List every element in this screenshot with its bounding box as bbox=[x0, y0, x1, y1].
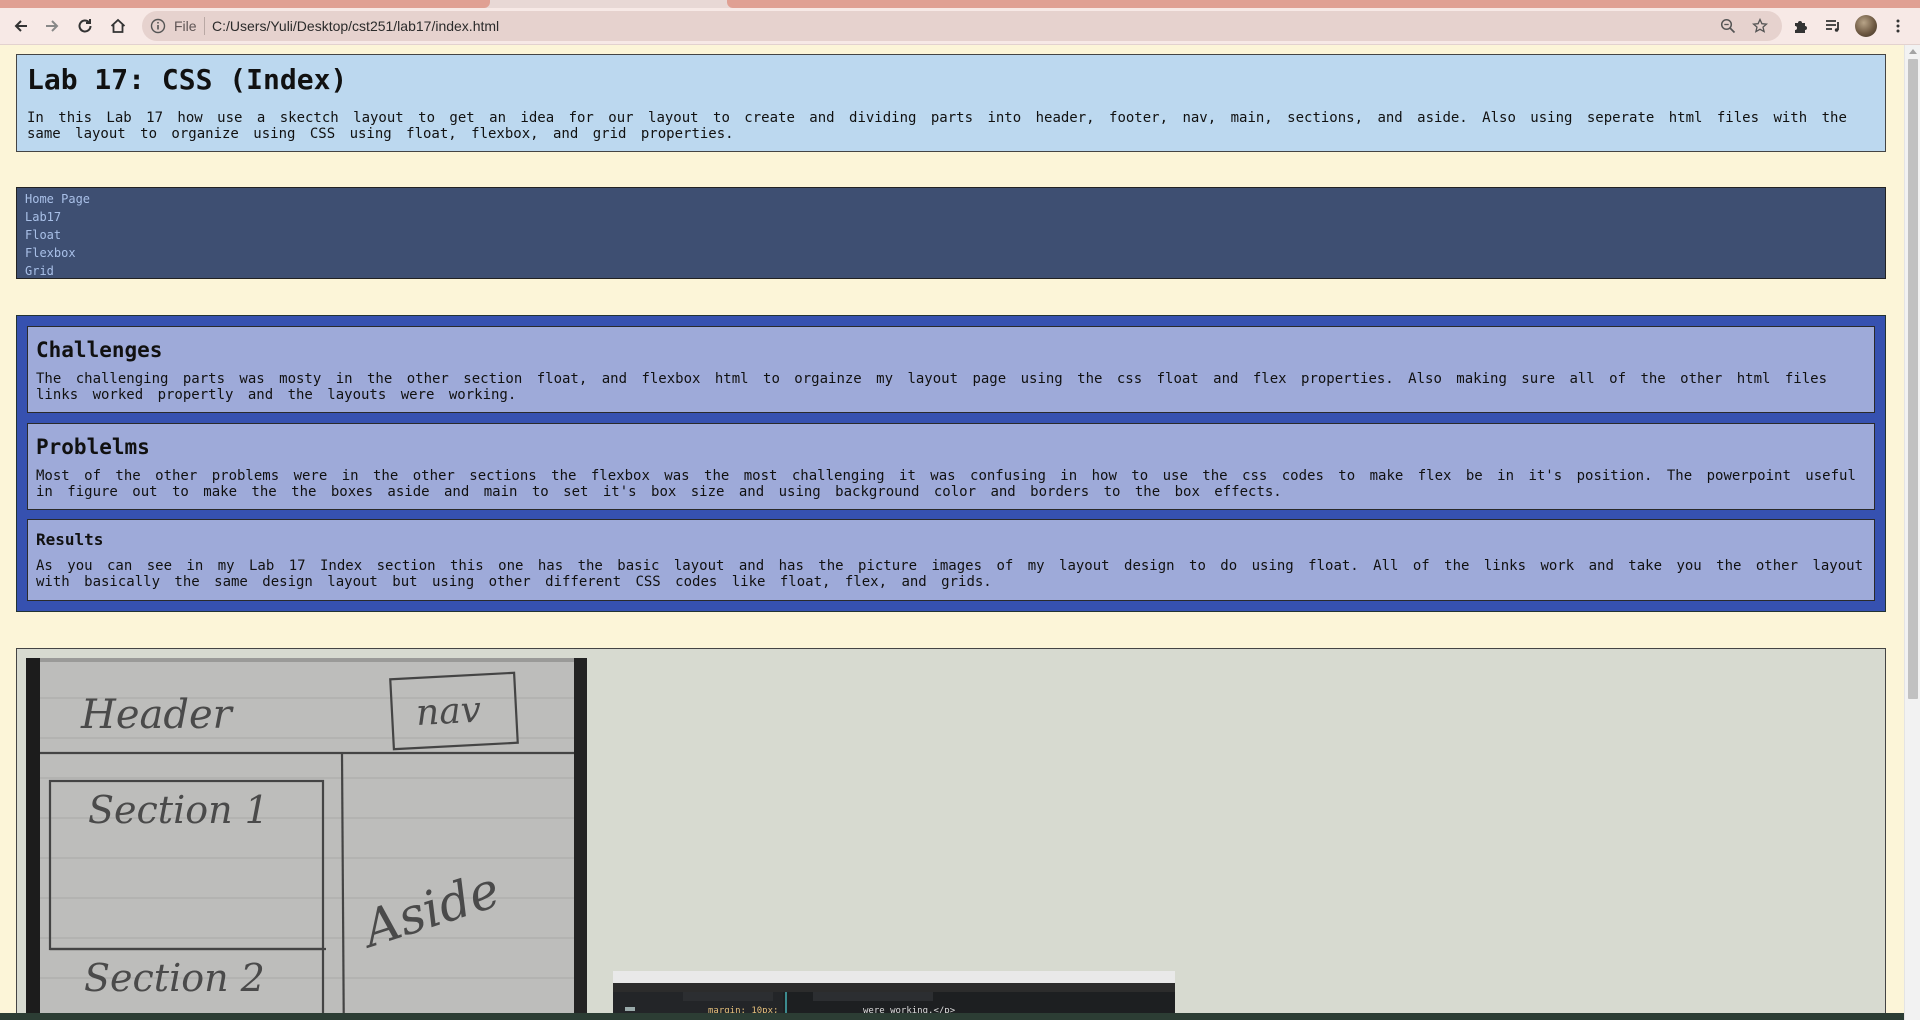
forward-arrow-icon bbox=[46, 20, 59, 32]
layout-sketch-image: Header nav Section 1 Aside Section 2 bbox=[26, 658, 587, 1020]
nav-link-float[interactable]: Float bbox=[25, 226, 90, 244]
reload-button[interactable] bbox=[71, 12, 99, 40]
reload-icon bbox=[78, 19, 92, 33]
section-text: As you can see in my Lab 17 Index sectio… bbox=[36, 558, 1864, 590]
browser-tab[interactable] bbox=[0, 0, 490, 8]
zoom-icon[interactable] bbox=[1720, 18, 1736, 34]
extensions-button[interactable] bbox=[1787, 12, 1815, 40]
media-control-button[interactable] bbox=[1819, 12, 1847, 40]
tab-strip bbox=[0, 0, 1920, 8]
kebab-menu-icon bbox=[1896, 19, 1900, 33]
nav-link-lab17[interactable]: Lab17 bbox=[25, 208, 90, 226]
section-heading: Results bbox=[36, 530, 104, 549]
aside-images: Header nav Section 1 Aside Section 2 mar… bbox=[16, 648, 1886, 1020]
page-intro: In this Lab 17 how use a skectch layout … bbox=[27, 110, 1847, 142]
profile-avatar[interactable] bbox=[1855, 15, 1877, 37]
section-heading: Challenges bbox=[36, 338, 163, 362]
nav-link-grid[interactable]: Grid bbox=[25, 262, 90, 280]
browser-toolbar: File C:/Users/Yuli/Desktop/cst251/lab17/… bbox=[0, 8, 1920, 45]
home-icon bbox=[110, 18, 126, 33]
sketch-label: nav bbox=[415, 690, 482, 734]
main-content: Challenges The challenging parts was mos… bbox=[16, 315, 1886, 612]
scrollbar-thumb[interactable] bbox=[1908, 59, 1918, 699]
page-header: Lab 17: CSS (Index) In this Lab 17 how u… bbox=[16, 54, 1886, 152]
nav-menu: Home Page Lab17 Float Flexbox Grid bbox=[16, 187, 1886, 279]
browser-tab[interactable] bbox=[727, 0, 1920, 8]
address-bar[interactable]: File C:/Users/Yuli/Desktop/cst251/lab17/… bbox=[142, 11, 1782, 41]
file-scheme-label: File bbox=[174, 18, 197, 34]
section-challenges: Challenges The challenging parts was mos… bbox=[27, 326, 1875, 413]
bookmark-star-icon[interactable] bbox=[1752, 18, 1768, 34]
back-arrow-icon bbox=[14, 20, 27, 32]
sketch-label: Header bbox=[80, 692, 235, 738]
section-text: The challenging parts was mosty in the o… bbox=[36, 371, 1828, 403]
sketch-label: Section 1 bbox=[88, 788, 269, 832]
section-text: Most of the other problems were in the o… bbox=[36, 468, 1856, 500]
home-button[interactable] bbox=[104, 12, 132, 40]
menu-button[interactable] bbox=[1884, 12, 1912, 40]
section-problems: Problelms Most of the other problems wer… bbox=[27, 423, 1875, 510]
section-results: Results As you can see in my Lab 17 Inde… bbox=[27, 519, 1875, 601]
back-button[interactable] bbox=[7, 12, 35, 40]
nav-link-home-page[interactable]: Home Page bbox=[25, 190, 90, 208]
page-viewport: Lab 17: CSS (Index) In this Lab 17 how u… bbox=[0, 45, 1904, 1020]
url-text[interactable]: C:/Users/Yuli/Desktop/cst251/lab17/index… bbox=[212, 18, 499, 34]
forward-button[interactable] bbox=[38, 12, 66, 40]
nav-link-flexbox[interactable]: Flexbox bbox=[25, 244, 90, 262]
url-divider bbox=[204, 17, 205, 35]
puzzle-icon bbox=[1795, 21, 1807, 33]
page-bottom-edge bbox=[0, 1013, 1904, 1020]
vertical-scrollbar[interactable] bbox=[1904, 45, 1920, 1020]
scroll-up-arrow-icon[interactable] bbox=[1909, 49, 1917, 54]
section-heading: Problelms bbox=[36, 435, 150, 459]
playlist-icon bbox=[1826, 20, 1839, 32]
sketch-label: Section 2 bbox=[84, 956, 265, 1000]
info-icon[interactable] bbox=[150, 18, 166, 34]
page-title: Lab 17: CSS (Index) bbox=[27, 63, 348, 96]
